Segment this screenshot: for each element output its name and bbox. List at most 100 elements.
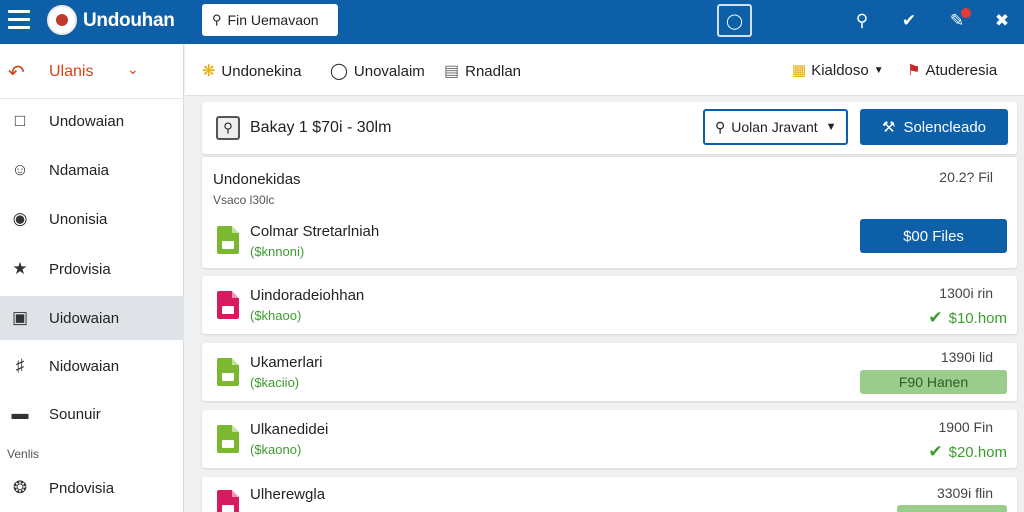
- filter-dropdown[interactable]: ⚲ Uolan Jravant ▼: [703, 109, 848, 145]
- row-time: 1300i rin: [939, 285, 993, 301]
- sidebar-section-label: Venlis: [7, 447, 40, 461]
- file-size: ($kaono): [250, 442, 302, 457]
- app-title: Undouhan: [83, 10, 175, 31]
- row-time: 1390i lid: [940, 349, 993, 365]
- tools-icon[interactable]: ✖: [990, 10, 1014, 32]
- sidebar-item-label: Pndovisia: [49, 480, 115, 497]
- status-pill: [897, 505, 1007, 512]
- sidebar-item-label: Undowaian: [49, 113, 125, 130]
- chevron-down-icon: ⌄: [127, 61, 139, 77]
- list-icon: ▤: [444, 63, 460, 80]
- file-row[interactable]: Ulherewgla 3309i flin: [202, 477, 1017, 512]
- file-size: ($khaoo): [250, 308, 302, 323]
- file-icon: [217, 425, 239, 453]
- query-text: Bakay 1 $70i - 30lm: [250, 119, 392, 136]
- dropdown-value: Uolan Jravant: [731, 119, 818, 135]
- hammer-icon: ⚒: [881, 119, 896, 136]
- sidebar-item-label: Uidowaian: [49, 310, 120, 327]
- file-icon: [217, 358, 239, 386]
- search-icon: ⚲: [212, 12, 222, 27]
- sub-right-label: Kialdoso: [811, 61, 869, 79]
- tab-1[interactable]: ❋ Undonekina: [202, 61, 301, 81]
- users-icon: ☺: [11, 160, 29, 179]
- tab-2[interactable]: ◯ Unovalaim: [330, 61, 425, 81]
- file-icon: [217, 291, 239, 319]
- group-icon: ♯: [15, 356, 25, 375]
- tab-label: Undonekina: [221, 62, 302, 80]
- gear-icon: ❋: [202, 63, 216, 80]
- search-icon[interactable]: ⚲: [216, 116, 240, 140]
- top-search-input[interactable]: ⚲ Fin Uemavaon: [202, 4, 338, 36]
- search-panel: ⚲ Bakay 1 $70i - 30lm ⚲ Uolan Jravant ▼ …: [202, 102, 1017, 154]
- hamburger-menu-icon[interactable]: [8, 10, 30, 30]
- app-logo: [47, 5, 77, 35]
- file-group-card: Undonekidas Vsaco l30lc 20.2? Fil Colmar…: [202, 156, 1017, 268]
- row-status: ✔ $20.hom: [928, 442, 1007, 462]
- file-name[interactable]: Colmar Stretarlniah: [250, 223, 379, 240]
- file-row[interactable]: Uindoradeiohhan ($khaoo) 1300i rin ✔ $10…: [202, 276, 1017, 334]
- sidebar-item-label: Prdovisia: [49, 261, 111, 278]
- files-button[interactable]: $00 Files: [860, 219, 1007, 253]
- search-icon: ⚲: [715, 118, 726, 135]
- checkmark-icon: ✔: [928, 308, 943, 327]
- sub-right-menu-2[interactable]: ⚑ Atuderesia: [907, 61, 998, 80]
- tab-3[interactable]: ▤ Rnadlan: [444, 61, 521, 81]
- row-status-label: $20.hom: [948, 443, 1007, 461]
- tab-label: Unovalaim: [353, 62, 425, 80]
- primary-button[interactable]: ⚒ Solencleado: [860, 109, 1008, 145]
- sidebar-back-label: Ulanis: [49, 63, 94, 80]
- sidebar-item-label: Sounuir: [49, 406, 101, 423]
- card-title: Undonekidas: [213, 171, 301, 188]
- file-row[interactable]: Ulkanedidei ($kaono) 1900 Fin ✔ $20.hom: [202, 410, 1017, 468]
- back-arrow-icon: ↶: [8, 62, 25, 84]
- notification-dot: [961, 8, 971, 18]
- sub-toolbar: ❋ Undonekina ◯ Unovalaim ▤ Rnadlan ▦ Kia…: [185, 44, 1024, 96]
- row-time: 1900 Fin: [938, 419, 993, 435]
- top-search-value: Fin Uemavaon: [227, 12, 319, 28]
- row-time: 3309i flin: [936, 485, 993, 501]
- primary-button-label: Solencleado: [903, 118, 987, 136]
- sidebar-back[interactable]: ↶ Ulanis ⌄: [0, 44, 184, 99]
- caret-down-icon: ▼: [825, 121, 837, 133]
- location-pin-icon: ◉: [12, 209, 28, 228]
- sidebar-item-7[interactable]: ▬ Sounuir: [0, 392, 184, 436]
- sidebar-item-3[interactable]: ◉ Unonisia: [0, 197, 184, 241]
- sidebar-item-2[interactable]: ☺ Ndamaia: [0, 148, 184, 192]
- file-icon: [217, 226, 239, 254]
- box-icon: ▬: [11, 404, 29, 423]
- row-status-label: $10.hom: [948, 309, 1007, 327]
- edit-icon[interactable]: ✔: [897, 10, 921, 32]
- sidebar-item-5[interactable]: ▣ Uidowaian: [0, 296, 184, 340]
- top-bar: Undouhan ⚲ Fin Uemavaon ◯ ⚲ ✔ ✎ ✖: [0, 0, 1024, 44]
- card-subtitle: Vsaco l30lc: [213, 193, 275, 207]
- sidebar-item-4[interactable]: ★ Prdovisia: [0, 247, 184, 291]
- file-name: Ulherewgla: [250, 486, 326, 503]
- sidebar-item-label: Ndamaia: [49, 162, 110, 179]
- file-name: Ukamerlari: [250, 354, 323, 371]
- file-icon: [217, 490, 239, 512]
- sidebar-item-label: Unonisia: [49, 211, 108, 228]
- shield-icon[interactable]: ◯: [717, 4, 752, 37]
- sidebar-item-6[interactable]: ♯ Nidowaian: [0, 344, 184, 388]
- sub-right-menu-1[interactable]: ▦ Kialdoso ▼: [792, 61, 884, 80]
- card-time: 20.2? Fil: [939, 169, 993, 185]
- file-row[interactable]: Ukamerlari ($kaciio) 1390i lid F90 Hanen: [202, 343, 1017, 401]
- status-pill: F90 Hanen: [860, 370, 1007, 394]
- caret-down-icon: ▼: [873, 64, 884, 76]
- file-size: ($knnoni): [250, 244, 305, 259]
- sidebar-item-bottom[interactable]: ❂ Pndovisia: [0, 466, 184, 510]
- file-size: ($kaciio): [250, 375, 300, 390]
- file-name: Uindoradeiohhan: [250, 287, 365, 304]
- sidebar: ↶ Ulanis ⌄ □ Undowaian ☺ Ndamaia ◉ Unoni…: [0, 44, 184, 512]
- search-icon[interactable]: ⚲: [850, 10, 874, 32]
- circle-icon: ◯: [330, 63, 348, 80]
- sidebar-item-label: Nidowaian: [49, 358, 120, 375]
- sub-right-label: Atuderesia: [925, 61, 998, 79]
- checkmark-icon: ✔: [928, 442, 943, 461]
- notification-icon[interactable]: ✎: [945, 8, 971, 32]
- soccer-icon: ❂: [12, 478, 28, 497]
- flag-icon: ⚑: [907, 62, 921, 79]
- tab-label: Rnadlan: [465, 62, 522, 80]
- row-status: ✔ $10.hom: [928, 308, 1007, 328]
- sidebar-item-1[interactable]: □ Undowaian: [0, 99, 184, 143]
